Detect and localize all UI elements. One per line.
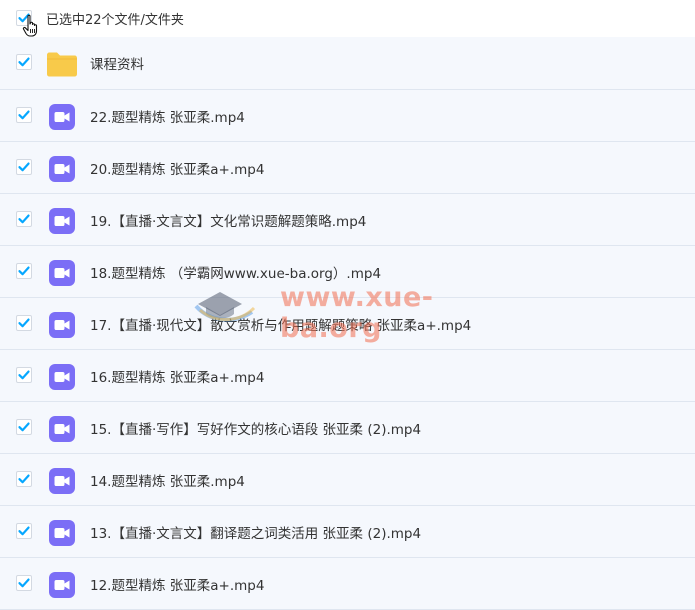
check-icon [18, 474, 30, 484]
file-row[interactable]: 20.题型精炼 张亚柔a+.mp4 [0, 142, 695, 194]
file-row[interactable]: 16.题型精炼 张亚柔a+.mp4 [0, 350, 695, 402]
check-icon [18, 110, 30, 120]
check-icon [18, 266, 30, 276]
row-checkbox[interactable] [16, 211, 32, 227]
check-icon [18, 318, 30, 328]
check-icon [18, 214, 30, 224]
file-name[interactable]: 18.题型精炼 （学霸网www.xue-ba.org）.mp4 [90, 262, 381, 282]
file-name[interactable]: 12.题型精炼 张亚柔a+.mp4 [90, 574, 264, 594]
file-name[interactable]: 20.题型精炼 张亚柔a+.mp4 [90, 158, 264, 178]
file-name[interactable]: 14.题型精炼 张亚柔.mp4 [90, 470, 245, 490]
check-icon [18, 578, 30, 588]
check-icon [18, 57, 30, 67]
file-row[interactable]: 18.题型精炼 （学霸网www.xue-ba.org）.mp4 [0, 246, 695, 298]
row-checkbox[interactable] [16, 263, 32, 279]
file-name[interactable]: 课程资料 [90, 53, 144, 73]
video-file-icon [48, 519, 76, 551]
check-icon [18, 422, 30, 432]
file-name[interactable]: 13.【直播·文言文】翻译题之词类活用 张亚柔 (2).mp4 [90, 522, 421, 542]
file-row[interactable]: 14.题型精炼 张亚柔.mp4 [0, 454, 695, 506]
video-file-icon [48, 571, 76, 603]
selection-header: 已选中22个文件/文件夹 [0, 0, 695, 37]
video-file-icon [48, 415, 76, 447]
file-name[interactable]: 16.题型精炼 张亚柔a+.mp4 [90, 366, 264, 386]
check-icon [18, 526, 30, 536]
file-name[interactable]: 22.题型精炼 张亚柔.mp4 [90, 106, 245, 126]
video-file-icon [48, 155, 76, 187]
file-name[interactable]: 15.【直播·写作】写好作文的核心语段 张亚柔 (2).mp4 [90, 418, 421, 438]
row-checkbox[interactable] [16, 419, 32, 435]
row-checkbox[interactable] [16, 523, 32, 539]
folder-row[interactable]: 课程资料 [0, 37, 695, 90]
file-row[interactable]: 15.【直播·写作】写好作文的核心语段 张亚柔 (2).mp4 [0, 402, 695, 454]
file-row[interactable]: 12.题型精炼 张亚柔a+.mp4 [0, 558, 695, 610]
file-list: 课程资料 22.题型精炼 张亚柔.mp4 20.题型精炼 张亚柔a+.mp4 19.【… [0, 37, 695, 610]
video-file-icon [48, 467, 76, 499]
video-file-icon [48, 311, 76, 343]
video-file-icon [48, 363, 76, 395]
row-checkbox[interactable] [16, 159, 32, 175]
video-file-icon [48, 103, 76, 135]
check-icon [18, 370, 30, 380]
file-row[interactable]: 22.题型精炼 张亚柔.mp4 [0, 90, 695, 142]
video-file-icon [48, 207, 76, 239]
video-file-icon [48, 259, 76, 291]
row-checkbox[interactable] [16, 107, 32, 123]
hand-cursor-icon [22, 14, 40, 42]
file-row[interactable]: 17.【直播·现代文】散文赏析与作用题解题策略 张亚柔a+.mp4 [0, 298, 695, 350]
row-checkbox[interactable] [16, 367, 32, 383]
file-row[interactable]: 19.【直播·文言文】文化常识题解题策略.mp4 [0, 194, 695, 246]
row-checkbox[interactable] [16, 575, 32, 591]
check-icon [18, 162, 30, 172]
file-row[interactable]: 13.【直播·文言文】翻译题之词类活用 张亚柔 (2).mp4 [0, 506, 695, 558]
row-checkbox[interactable] [16, 471, 32, 487]
file-name[interactable]: 19.【直播·文言文】文化常识题解题策略.mp4 [90, 210, 366, 230]
row-checkbox[interactable] [16, 315, 32, 331]
selection-count-label: 已选中22个文件/文件夹 [46, 13, 184, 28]
file-name[interactable]: 17.【直播·现代文】散文赏析与作用题解题策略 张亚柔a+.mp4 [90, 314, 471, 334]
folder-icon [46, 51, 78, 81]
row-checkbox[interactable] [16, 54, 32, 70]
